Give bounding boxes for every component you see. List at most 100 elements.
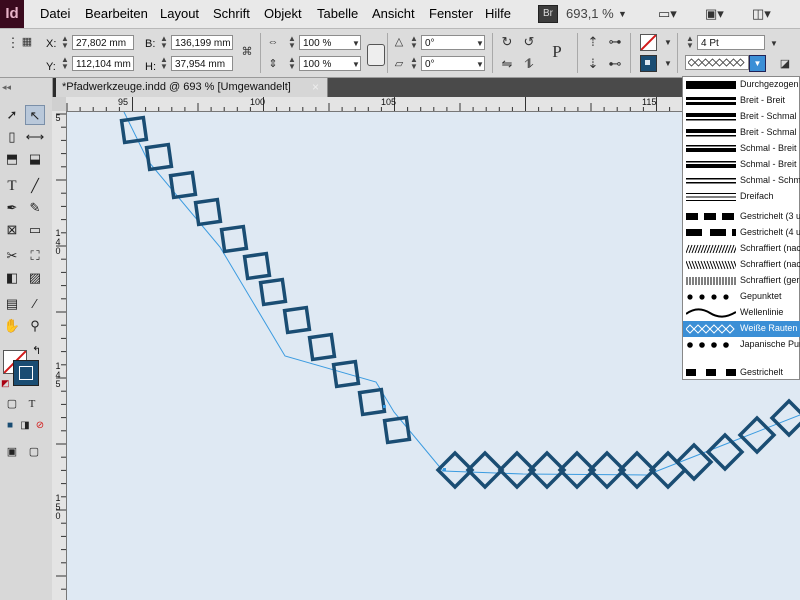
constrain-scale-button[interactable] (367, 44, 385, 66)
panel-collapse-icon[interactable]: ◂◂ (2, 82, 11, 93)
apply-none-icon[interactable]: ⊘ (30, 416, 50, 436)
stroke-type-item[interactable]: Wellenlinie (683, 305, 800, 321)
selection-icon[interactable]: ➚ (2, 105, 22, 125)
formatting-container-icon[interactable]: ▢ (2, 394, 22, 414)
stroke-weight-dropdown-icon[interactable]: ▼ (770, 39, 778, 48)
view-options-icon[interactable]: ▭▾ (658, 6, 677, 22)
shear-stepper[interactable]: ▲ ▼ (409, 56, 419, 71)
scissors-icon[interactable]: ✂ (2, 246, 22, 266)
free-transform-icon[interactable]: ⛶ (25, 246, 45, 266)
stroke-type-item[interactable]: Schmal - Breit (683, 141, 800, 157)
menu-bearbeiten[interactable]: Bearbeiten (85, 6, 148, 21)
rotate-ccw-icon[interactable]: ↺ (520, 33, 538, 51)
gradient-swatch-icon[interactable]: ◧ (2, 268, 22, 288)
scale-x-stepper[interactable]: ▲ ▼ (287, 35, 297, 50)
rotate-cw-icon[interactable]: ↻ (498, 33, 516, 51)
menu-tabelle[interactable]: Tabelle (317, 6, 358, 21)
type-icon[interactable]: T (2, 176, 22, 196)
rectangle-frame-icon[interactable]: ⊠ (2, 220, 22, 240)
scale-y-dropdown-icon[interactable]: ▼ (352, 60, 360, 69)
stroke-type-field[interactable] (685, 55, 749, 70)
document-tab[interactable]: *Pfadwerkzeuge.indd @ 693 % [Umgewandelt… (56, 78, 328, 97)
hand-icon[interactable]: ✋ (2, 316, 22, 336)
scale-y-stepper[interactable]: ▲ ▼ (287, 56, 297, 71)
content-placer-icon[interactable]: ⬓ (25, 149, 45, 169)
select-container-icon[interactable]: ⇡ (584, 33, 602, 51)
stroke-type-item[interactable]: Gestrichelt (683, 365, 800, 381)
bridge-button[interactable]: Br (538, 5, 558, 23)
width-stepper[interactable]: ▲ ▼ (159, 35, 169, 50)
menu-hilfe[interactable]: Hilfe (485, 6, 511, 21)
menu-objekt[interactable]: Objekt (264, 6, 302, 21)
stroke-type-item[interactable]: Gestrichelt (4 u (683, 225, 800, 241)
page-icon[interactable]: ▯ (2, 127, 22, 147)
line-icon[interactable]: ╱ (25, 176, 45, 196)
screen-mode-icon[interactable]: ▣▾ (705, 6, 724, 22)
stroke-swatch[interactable] (640, 55, 657, 72)
stroke-type-item[interactable]: Gepunktet (683, 289, 800, 305)
vertical-ruler[interactable]: 5 140 145 150 (52, 111, 67, 600)
stroke-type-item[interactable]: Schraffiert (nac (683, 241, 800, 257)
constrain-proportions-icon[interactable]: ⌘ (238, 43, 256, 61)
zoom-level[interactable]: 693,1 % (566, 6, 614, 21)
fill-dropdown-icon[interactable]: ▼ (664, 38, 672, 47)
menu-datei[interactable]: Datei (40, 6, 70, 21)
zoom-dropdown-icon[interactable]: ▼ (618, 9, 627, 25)
gradient-feather-icon[interactable]: ▨ (25, 268, 45, 288)
select-previous-icon[interactable]: ⊶ (606, 33, 624, 51)
x-stepper[interactable]: ▲ ▼ (60, 35, 70, 50)
stroke-type-item[interactable]: Durchgezogen (683, 77, 800, 93)
pen-icon[interactable]: ✒ (2, 198, 22, 218)
swap-fill-stroke-icon[interactable]: ↰ (32, 344, 41, 357)
arrange-documents-icon[interactable]: ◫▾ (752, 6, 771, 22)
select-content-icon[interactable]: ⇣ (584, 55, 602, 73)
stroke-type-item[interactable]: Japanische Pun (683, 337, 800, 353)
stroke-type-item[interactable]: Schraffiert (nac (683, 257, 800, 273)
y-field[interactable]: 112,104 mm (72, 56, 134, 71)
stroke-type-dropdown-button[interactable]: ▼ (749, 55, 766, 72)
menu-ansicht[interactable]: Ansicht (372, 6, 415, 21)
menu-layout[interactable]: Layout (160, 6, 199, 21)
stroke-type-item[interactable]: Breit - Schmal (683, 109, 800, 125)
normal-view-icon[interactable]: ▣ (2, 442, 22, 462)
width-field[interactable]: 136,199 mm (171, 35, 233, 50)
direct-selection-icon[interactable]: ↖ (25, 105, 45, 125)
rotation-stepper[interactable]: ▲ ▼ (409, 35, 419, 50)
note-icon[interactable]: ▤ (2, 294, 22, 314)
stroke-type-item[interactable]: Breit - Schmal (683, 125, 800, 141)
shear-dropdown-icon[interactable]: ▼ (476, 60, 484, 69)
default-fill-stroke-icon[interactable]: ◩ (1, 378, 10, 389)
flip-vertical-icon[interactable]: ⥮ (520, 55, 538, 73)
height-field[interactable]: 37,954 mm (171, 56, 233, 71)
ruler-origin[interactable] (52, 97, 66, 111)
zoom-icon[interactable]: ⚲ (25, 316, 45, 336)
reference-point-icon[interactable]: ▦ (18, 33, 36, 51)
x-field[interactable]: 27,802 mm (72, 35, 134, 50)
preview-mode-icon[interactable]: ▢ (24, 442, 44, 462)
stroke-type-item[interactable]: Schraffiert (ger (683, 273, 800, 289)
height-stepper[interactable]: ▲ ▼ (159, 56, 169, 71)
menu-fenster[interactable]: Fenster (429, 6, 473, 21)
stroke-type-item[interactable]: Gestrichelt (3 u (683, 209, 800, 225)
fill-swatch[interactable] (640, 34, 657, 51)
stroke-type-item[interactable]: Breit - Breit (683, 93, 800, 109)
y-stepper[interactable]: ▲ ▼ (60, 56, 70, 71)
stroke-box[interactable] (13, 360, 39, 386)
stroke-type-item[interactable]: Weiße Rauten (683, 321, 800, 337)
rectangle-icon[interactable]: ▭ (25, 220, 45, 240)
stroke-type-item[interactable]: Schmal - Breit (683, 157, 800, 173)
gap-icon[interactable]: ⟷ (25, 127, 45, 147)
stroke-weight-stepper[interactable]: ▲ ▼ (685, 35, 695, 50)
stroke-type-item[interactable]: Schmal - Schmal (683, 173, 800, 189)
stroke-type-item[interactable]: Dreifach (683, 189, 800, 205)
eyedropper-icon[interactable]: ⁄ (25, 294, 45, 314)
stroke-weight-field[interactable]: 4 Pt (697, 35, 765, 50)
content-collector-icon[interactable]: ⬒ (2, 149, 22, 169)
close-tab-icon[interactable]: × (312, 80, 319, 94)
pencil-icon[interactable]: ✎ (25, 198, 45, 218)
formatting-text-icon[interactable]: T (22, 394, 42, 414)
menu-schrift[interactable]: Schrift (213, 6, 250, 21)
drop-shadow-icon[interactable]: ◪ (776, 55, 794, 73)
scale-x-dropdown-icon[interactable]: ▼ (352, 39, 360, 48)
rotation-dropdown-icon[interactable]: ▼ (476, 39, 484, 48)
